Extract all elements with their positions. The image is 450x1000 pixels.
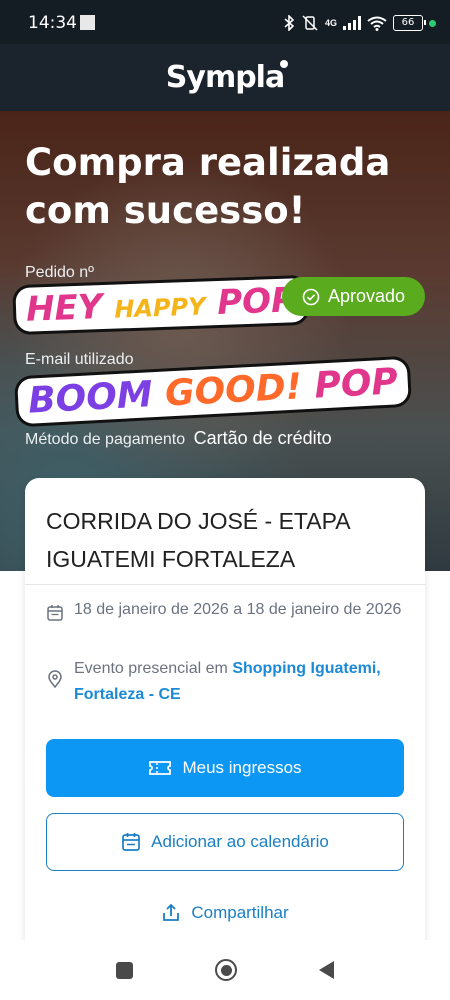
- network-type: 4G: [324, 18, 337, 28]
- status-bar: 14:34 4G 66: [0, 0, 450, 44]
- share-label: Compartilhar: [191, 903, 289, 922]
- wifi-icon: [367, 16, 387, 31]
- home-icon[interactable]: [215, 959, 237, 981]
- my-tickets-label: Meus ingressos: [182, 758, 302, 777]
- sticker-word: HAPPY: [113, 292, 206, 324]
- event-date-row: 18 de janeiro de 2026 a 18 de janeiro de…: [46, 590, 406, 623]
- app-header: Sympla: [0, 44, 450, 111]
- brand-name: Sympla: [165, 60, 285, 95]
- mute-vibrate-icon: [302, 15, 318, 31]
- calendar-icon: [122, 833, 141, 851]
- location-prefix: Evento presencial em: [74, 660, 228, 677]
- battery-icon: 66: [393, 15, 426, 31]
- page-title: Compra realizada com sucesso!: [25, 141, 391, 232]
- sticker-word: BOOM: [27, 374, 154, 422]
- email-label: E-mail utilizado: [25, 351, 134, 368]
- event-location-row: Evento presencial em Shopping Iguatemi, …: [46, 656, 406, 708]
- sympla-logo: Sympla: [165, 60, 289, 95]
- event-card: CORRIDA DO JOSÉ - ETAPA IGUATEMI FORTALE…: [25, 478, 425, 998]
- sticker-word: POP: [313, 361, 399, 407]
- payment-method-label: Método de pagamento: [25, 431, 186, 448]
- ticket-icon: [149, 761, 172, 775]
- check-circle-icon: [302, 288, 320, 305]
- payment-method-value: Cartão de crédito: [193, 428, 332, 448]
- recent-apps-icon[interactable]: [116, 961, 133, 979]
- approved-status-badge: Aprovado: [282, 277, 425, 316]
- notification-icon: [80, 15, 95, 30]
- status-time: 14:34: [28, 13, 77, 33]
- my-tickets-button[interactable]: Meus ingressos: [46, 739, 404, 797]
- share-icon: [163, 903, 180, 921]
- add-to-calendar-button[interactable]: Adicionar ao calendário: [46, 813, 404, 871]
- order-number-label: Pedido nº: [25, 264, 95, 281]
- sticker-word: HEY: [25, 287, 104, 330]
- card-divider: [25, 584, 425, 585]
- bluetooth-icon: [284, 15, 295, 31]
- event-date: 18 de janeiro de 2026 a 18 de janeiro de…: [74, 601, 402, 618]
- status-badge-label: Aprovado: [327, 286, 406, 306]
- status-icons: 4G 66: [283, 12, 436, 34]
- logo-dot: [280, 60, 289, 68]
- share-button[interactable]: Compartilhar: [46, 893, 404, 933]
- payment-method: Método de pagamento Cartão de crédito: [25, 428, 332, 449]
- add-to-calendar-label: Adicionar ao calendário: [151, 832, 329, 851]
- calendar-icon: [47, 605, 63, 621]
- privacy-dot-icon: [429, 19, 436, 27]
- event-title: CORRIDA DO JOSÉ - ETAPA IGUATEMI FORTALE…: [46, 508, 350, 572]
- signal-icon: [343, 16, 361, 30]
- system-navigation-bar: [0, 940, 450, 1000]
- back-icon[interactable]: [319, 961, 334, 979]
- event-location: Evento presencial em Shopping Iguatemi, …: [74, 656, 406, 708]
- sticker-word: GOOD!: [164, 366, 304, 415]
- order-number-redaction-sticker: HEY HAPPY POP: [15, 277, 307, 333]
- location-pin-icon: [48, 670, 62, 688]
